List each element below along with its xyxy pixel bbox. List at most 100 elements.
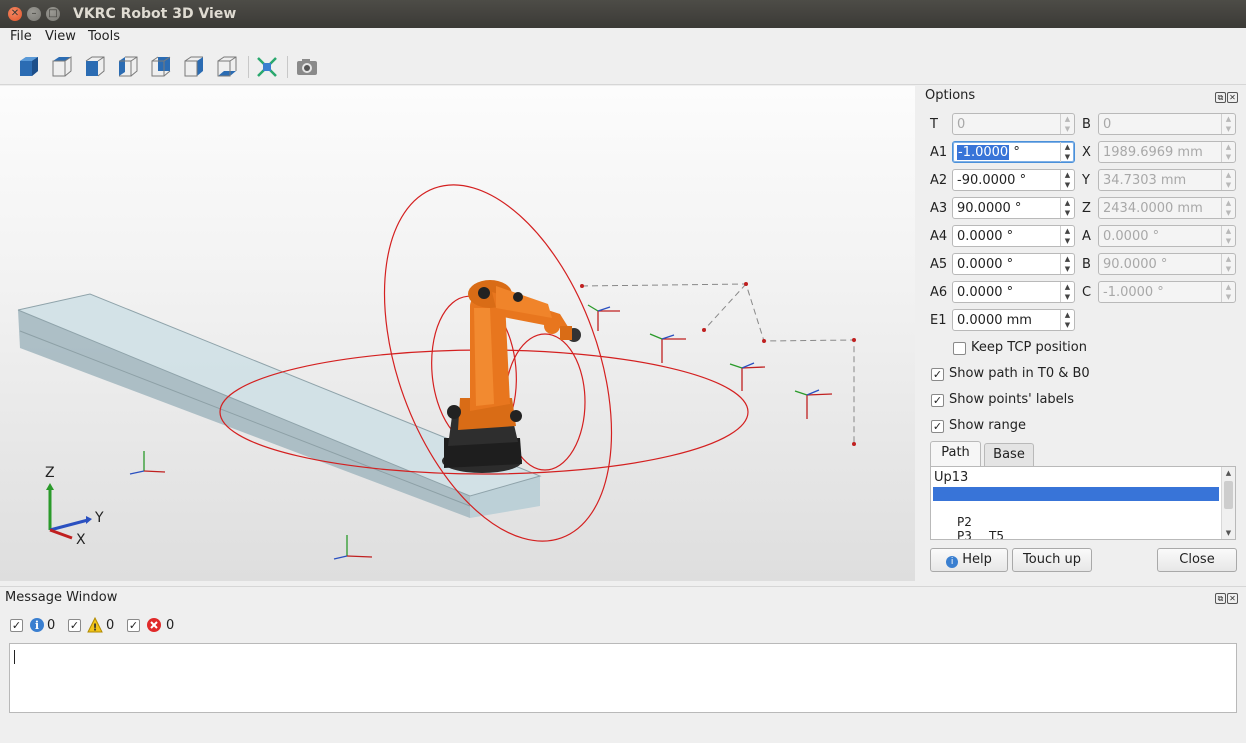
spin-down-icon[interactable]: ▼ (1061, 236, 1074, 246)
scroll-up-icon[interactable]: ▲ (1222, 467, 1235, 479)
a4-spinbox[interactable]: 0.0000 ° ▲ ▼ (952, 225, 1075, 247)
view-front-icon[interactable] (82, 54, 108, 80)
window-close-icon[interactable]: ✕ (8, 7, 22, 21)
spin-up-icon[interactable]: ▲ (1061, 142, 1074, 152)
close-icon[interactable]: ✕ (1227, 593, 1238, 604)
spin-down-icon: ▼ (1225, 125, 1232, 133)
keep-tcp-checkbox[interactable] (953, 342, 966, 355)
spin-down-icon[interactable]: ▼ (1061, 264, 1074, 274)
touch-up-button[interactable]: Touch up (1012, 548, 1092, 572)
spin-up-icon: ▲ (1225, 283, 1232, 291)
spin-down-icon[interactable]: ▼ (1061, 208, 1074, 218)
x-spinbox: 1989.6969 mm ▲ ▼ (1098, 141, 1236, 163)
y-spinbox: 34.7303 mm ▲ ▼ (1098, 169, 1236, 191)
list-item[interactable]: P4 T5 B3 (933, 529, 1219, 539)
info-count: 0 (47, 618, 56, 633)
float-icon[interactable]: ⧉ (1215, 92, 1226, 103)
a1-spinbox[interactable]: -1.0000 ° ▲ ▼ (952, 141, 1075, 163)
show-labels-checkbox[interactable]: ✓ (931, 394, 944, 407)
path-list-scrollbar[interactable]: ▲ ▼ (1221, 467, 1235, 539)
spin-up-icon[interactable]: ▲ (1061, 198, 1074, 208)
show-path-checkbox[interactable]: ✓ (931, 368, 944, 381)
field-label-b-top: B (1082, 117, 1091, 132)
scrollbar-thumb[interactable] (1224, 481, 1233, 509)
help-label: Help (962, 552, 992, 567)
spin-down-icon[interactable]: ▼ (1061, 152, 1074, 162)
list-item[interactable]: P3 T5 B3 (933, 515, 1219, 539)
error-icon (146, 617, 162, 637)
message-dock-buttons: ⧉ ✕ (1214, 590, 1240, 604)
svg-text:i: i (35, 619, 39, 632)
path-list-header[interactable]: Up13 (934, 470, 968, 485)
window-minimize-icon[interactable]: – (27, 7, 41, 21)
tab-path[interactable]: Path (930, 441, 981, 467)
keep-tcp-label: Keep TCP position (971, 340, 1087, 355)
help-button[interactable]: i Help (930, 548, 1008, 572)
toolbar (0, 48, 1246, 85)
spin-up-icon[interactable]: ▲ (1061, 282, 1074, 292)
tab-base[interactable]: Base (984, 443, 1034, 467)
a2-spinbox[interactable]: -90.0000 ° ▲ ▼ (952, 169, 1075, 191)
scene-canvas[interactable]: Z Y X (0, 86, 915, 581)
spin-down-icon: ▼ (1064, 125, 1071, 133)
spin-down-icon[interactable]: ▼ (1061, 292, 1074, 302)
view-bottom-icon[interactable] (214, 54, 240, 80)
show-range-checkbox[interactable]: ✓ (931, 420, 944, 433)
scroll-down-icon[interactable]: ▼ (1222, 527, 1235, 539)
spin-down-icon[interactable]: ▼ (1061, 320, 1074, 330)
field-label-a6: A6 (930, 285, 948, 300)
view-left-icon[interactable] (115, 54, 141, 80)
message-window: Message Window ⧉ ✕ ✓ i 0 ✓ ! 0 ✓ 0 (0, 586, 1246, 743)
spin-down-icon: ▼ (1225, 293, 1232, 301)
field-label-a5: A5 (930, 257, 948, 272)
field-label-a1: A1 (930, 145, 948, 160)
a6-spinbox[interactable]: 0.0000 ° ▲ ▼ (952, 281, 1075, 303)
spin-up-icon[interactable]: ▲ (1061, 310, 1074, 320)
view-top-icon[interactable] (49, 54, 75, 80)
view-back-icon[interactable] (148, 54, 174, 80)
spin-up-icon[interactable]: ▲ (1061, 170, 1074, 180)
b-spinbox: 90.0000 ° ▲ ▼ (1098, 253, 1236, 275)
a1-unit: ° (1009, 145, 1020, 160)
toolbar-separator (287, 56, 288, 78)
a5-spinbox[interactable]: 0.0000 ° ▲ ▼ (952, 253, 1075, 275)
warning-filter-checkbox[interactable]: ✓ (68, 619, 81, 632)
robot-path (581, 283, 855, 444)
spin-down-icon: ▼ (1225, 153, 1232, 161)
list-item[interactable]: P1 T5 B0 (933, 487, 1219, 539)
close-icon[interactable]: ✕ (1227, 92, 1238, 103)
spin-up-icon: ▲ (1225, 255, 1232, 263)
menu-file[interactable]: File (10, 29, 32, 44)
close-button[interactable]: Close (1157, 548, 1237, 572)
menu-tools[interactable]: Tools (88, 29, 120, 44)
menu-view[interactable]: View (45, 29, 76, 44)
warning-icon: ! (87, 616, 103, 637)
fit-all-icon[interactable] (254, 54, 280, 80)
window-maximize-icon[interactable]: □ (46, 7, 60, 21)
view-iso-icon[interactable] (16, 54, 42, 80)
t-spinbox: 0 ▲ ▼ (952, 113, 1075, 135)
view-right-icon[interactable] (181, 54, 207, 80)
error-filter-checkbox[interactable]: ✓ (127, 619, 140, 632)
spin-down-icon: ▼ (1225, 265, 1232, 273)
path-list[interactable]: Up13 P1 T5 B0 P2 T5 B3 P3 T5 B3 P4 T5 B3… (930, 466, 1236, 540)
spin-up-icon: ▲ (1225, 227, 1232, 235)
float-icon[interactable]: ⧉ (1215, 593, 1226, 604)
text-caret (14, 650, 15, 664)
e1-spinbox[interactable]: 0.0000 mm ▲ ▼ (952, 309, 1075, 331)
robot-model (442, 280, 581, 473)
a1-value[interactable]: -1.0000 (957, 145, 1010, 160)
axis-label-x: X (76, 532, 86, 548)
message-text-area[interactable] (9, 643, 1237, 713)
list-item[interactable]: P2 T5 B3 (933, 501, 1219, 539)
spin-up-icon[interactable]: ▲ (1061, 226, 1074, 236)
show-range-label: Show range (949, 418, 1027, 433)
spin-down-icon[interactable]: ▼ (1061, 180, 1074, 190)
spin-up-icon[interactable]: ▲ (1061, 254, 1074, 264)
screenshot-icon[interactable] (294, 54, 320, 80)
info-filter-checkbox[interactable]: ✓ (10, 619, 23, 632)
spin-up-icon: ▲ (1064, 115, 1071, 123)
3d-viewport[interactable]: Z Y X (0, 86, 915, 581)
a3-spinbox[interactable]: 90.0000 ° ▲ ▼ (952, 197, 1075, 219)
warning-count: 0 (106, 618, 115, 633)
